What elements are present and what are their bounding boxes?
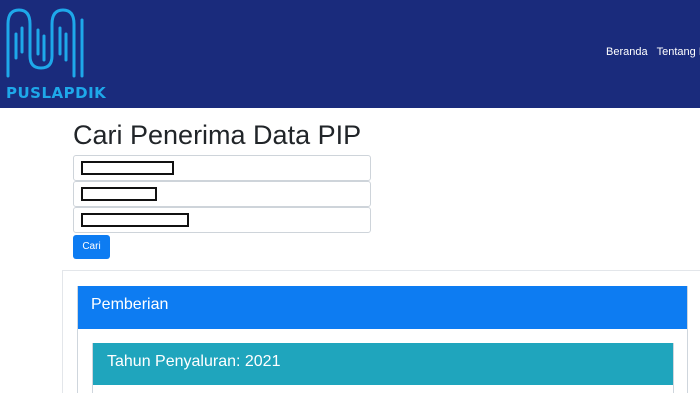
search-field-1[interactable] bbox=[73, 155, 371, 181]
search-button[interactable]: Cari bbox=[73, 235, 110, 259]
pemberian-card-header: Pemberian bbox=[78, 286, 687, 329]
page-title: Cari Penerima Data PIP bbox=[73, 120, 362, 150]
redacted-value bbox=[81, 187, 157, 201]
top-navbar: PUSLAPDIK Beranda Tentang I bbox=[0, 0, 700, 108]
nav-link-beranda[interactable]: Beranda bbox=[606, 46, 648, 58]
tahun-penyaluran-header: Tahun Penyaluran: 2021 bbox=[93, 343, 673, 385]
tahun-penyaluran-card: Tahun Penyaluran: 2021 bbox=[92, 343, 674, 393]
puslapdik-logo-icon bbox=[6, 8, 84, 78]
search-field-3[interactable] bbox=[73, 207, 371, 233]
redacted-value bbox=[81, 161, 174, 175]
redacted-value bbox=[81, 213, 189, 227]
nav-link-tentang[interactable]: Tentang I bbox=[657, 46, 700, 58]
logo[interactable]: PUSLAPDIK bbox=[4, 6, 106, 102]
search-field-2[interactable] bbox=[73, 181, 371, 207]
logo-text: PUSLAPDIK bbox=[6, 84, 107, 102]
nav-links: Beranda Tentang I bbox=[606, 46, 700, 58]
